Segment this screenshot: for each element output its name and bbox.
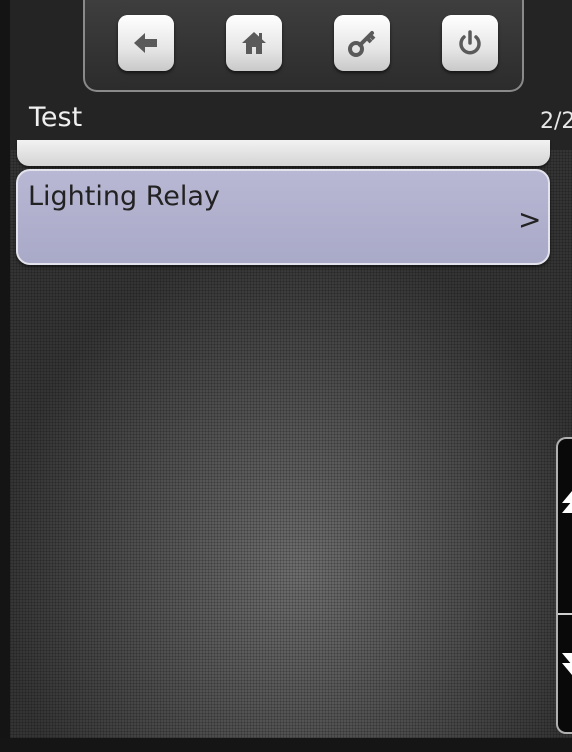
page-indicator: 2/2 [540,109,572,134]
power-button[interactable] [442,15,498,71]
header-bar: Test [10,0,572,150]
chevron-right-icon: > [518,203,542,236]
page-title: Test [29,102,83,133]
home-icon [242,32,266,54]
frame-edge-left [0,0,10,752]
back-button[interactable] [118,15,174,71]
screen: Test 2/2 Lighting Relay > [0,0,572,752]
home-button[interactable] [226,15,282,71]
list-item-lighting-relay[interactable]: Lighting Relay > [16,169,550,265]
list-item-partial[interactable] [17,140,550,166]
key-icon [348,31,376,57]
power-icon [459,30,481,55]
scroll-up-icon [562,491,572,513]
scroll-down-icon [562,653,572,675]
key-button[interactable] [334,15,390,71]
arrow-left-icon [134,33,157,53]
scroll-down-button[interactable] [558,639,572,699]
scroll-divider [558,613,572,615]
scroll-control [556,437,572,734]
list-item-label: Lighting Relay [28,181,220,212]
frame-edge-bottom [0,738,572,752]
scroll-up-button[interactable] [558,479,572,539]
toolbar [83,0,524,92]
